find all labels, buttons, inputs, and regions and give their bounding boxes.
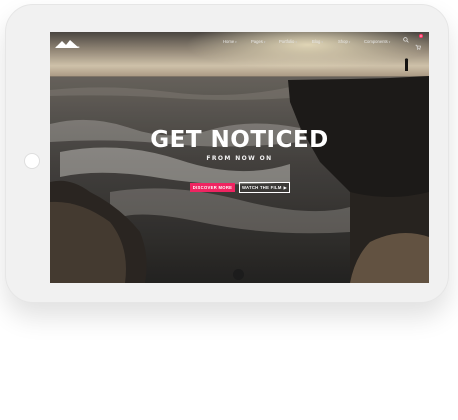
chevron-down-icon: ▾ [321,39,323,44]
top-navigation-bar: TRAVELTRACE Home ▾ Pages ▾ Portfolio ▾ B… [50,32,429,54]
menu-item-home[interactable]: Home ▾ [223,39,251,44]
menu-item-components[interactable]: Components ▾ [364,39,398,44]
chevron-down-icon: ▾ [235,39,237,44]
tablet-home-button [24,153,40,169]
chevron-down-icon: ▾ [295,39,297,44]
menu-item-label: Blog [312,39,321,44]
brand-logo[interactable]: TRAVELTRACE [54,36,80,50]
watch-film-label: WATCH THE FILM [241,185,282,190]
watch-film-button[interactable]: WATCH THE FILM ▶ [239,182,290,193]
menu-item-pages[interactable]: Pages ▾ [251,39,279,44]
cart-icon [415,44,421,50]
cart-count-badge: 0 [419,34,423,38]
search-icon[interactable] [403,37,409,43]
main-menu: Home ▾ Pages ▾ Portfolio ▾ Blog ▾ Shop ▾… [223,39,398,44]
menu-item-label: Home [223,39,235,44]
discover-more-button[interactable]: DISCOVER MORE [190,183,235,192]
menu-item-blog[interactable]: Blog ▾ [312,39,338,44]
menu-item-label: Components [364,39,388,44]
hero-subtitle: FROM NOW ON [206,155,273,162]
menu-item-label: Pages [251,39,263,44]
scroll-indicator[interactable] [233,269,244,280]
website-screen: TRAVELTRACE Home ▾ Pages ▾ Portfolio ▾ B… [50,32,429,283]
tablet-frame: TRAVELTRACE Home ▾ Pages ▾ Portfolio ▾ B… [5,4,449,303]
chevron-down-icon: ▾ [263,39,266,44]
nav-icons: 0 [403,34,423,50]
play-icon: ▶ [283,185,288,190]
chevron-down-icon: ▾ [348,39,351,44]
menu-item-portfolio[interactable]: Portfolio ▾ [279,39,312,44]
menu-item-label: Portfolio [279,39,295,44]
cart-button[interactable]: 0 [415,34,423,50]
menu-item-label: Shop [338,39,348,44]
menu-item-shop[interactable]: Shop ▾ [338,39,364,44]
chevron-down-icon: ▾ [388,39,391,44]
hero-title: GET NOTICED [150,127,329,153]
brand-logo-text: TRAVELTRACE [56,45,80,49]
